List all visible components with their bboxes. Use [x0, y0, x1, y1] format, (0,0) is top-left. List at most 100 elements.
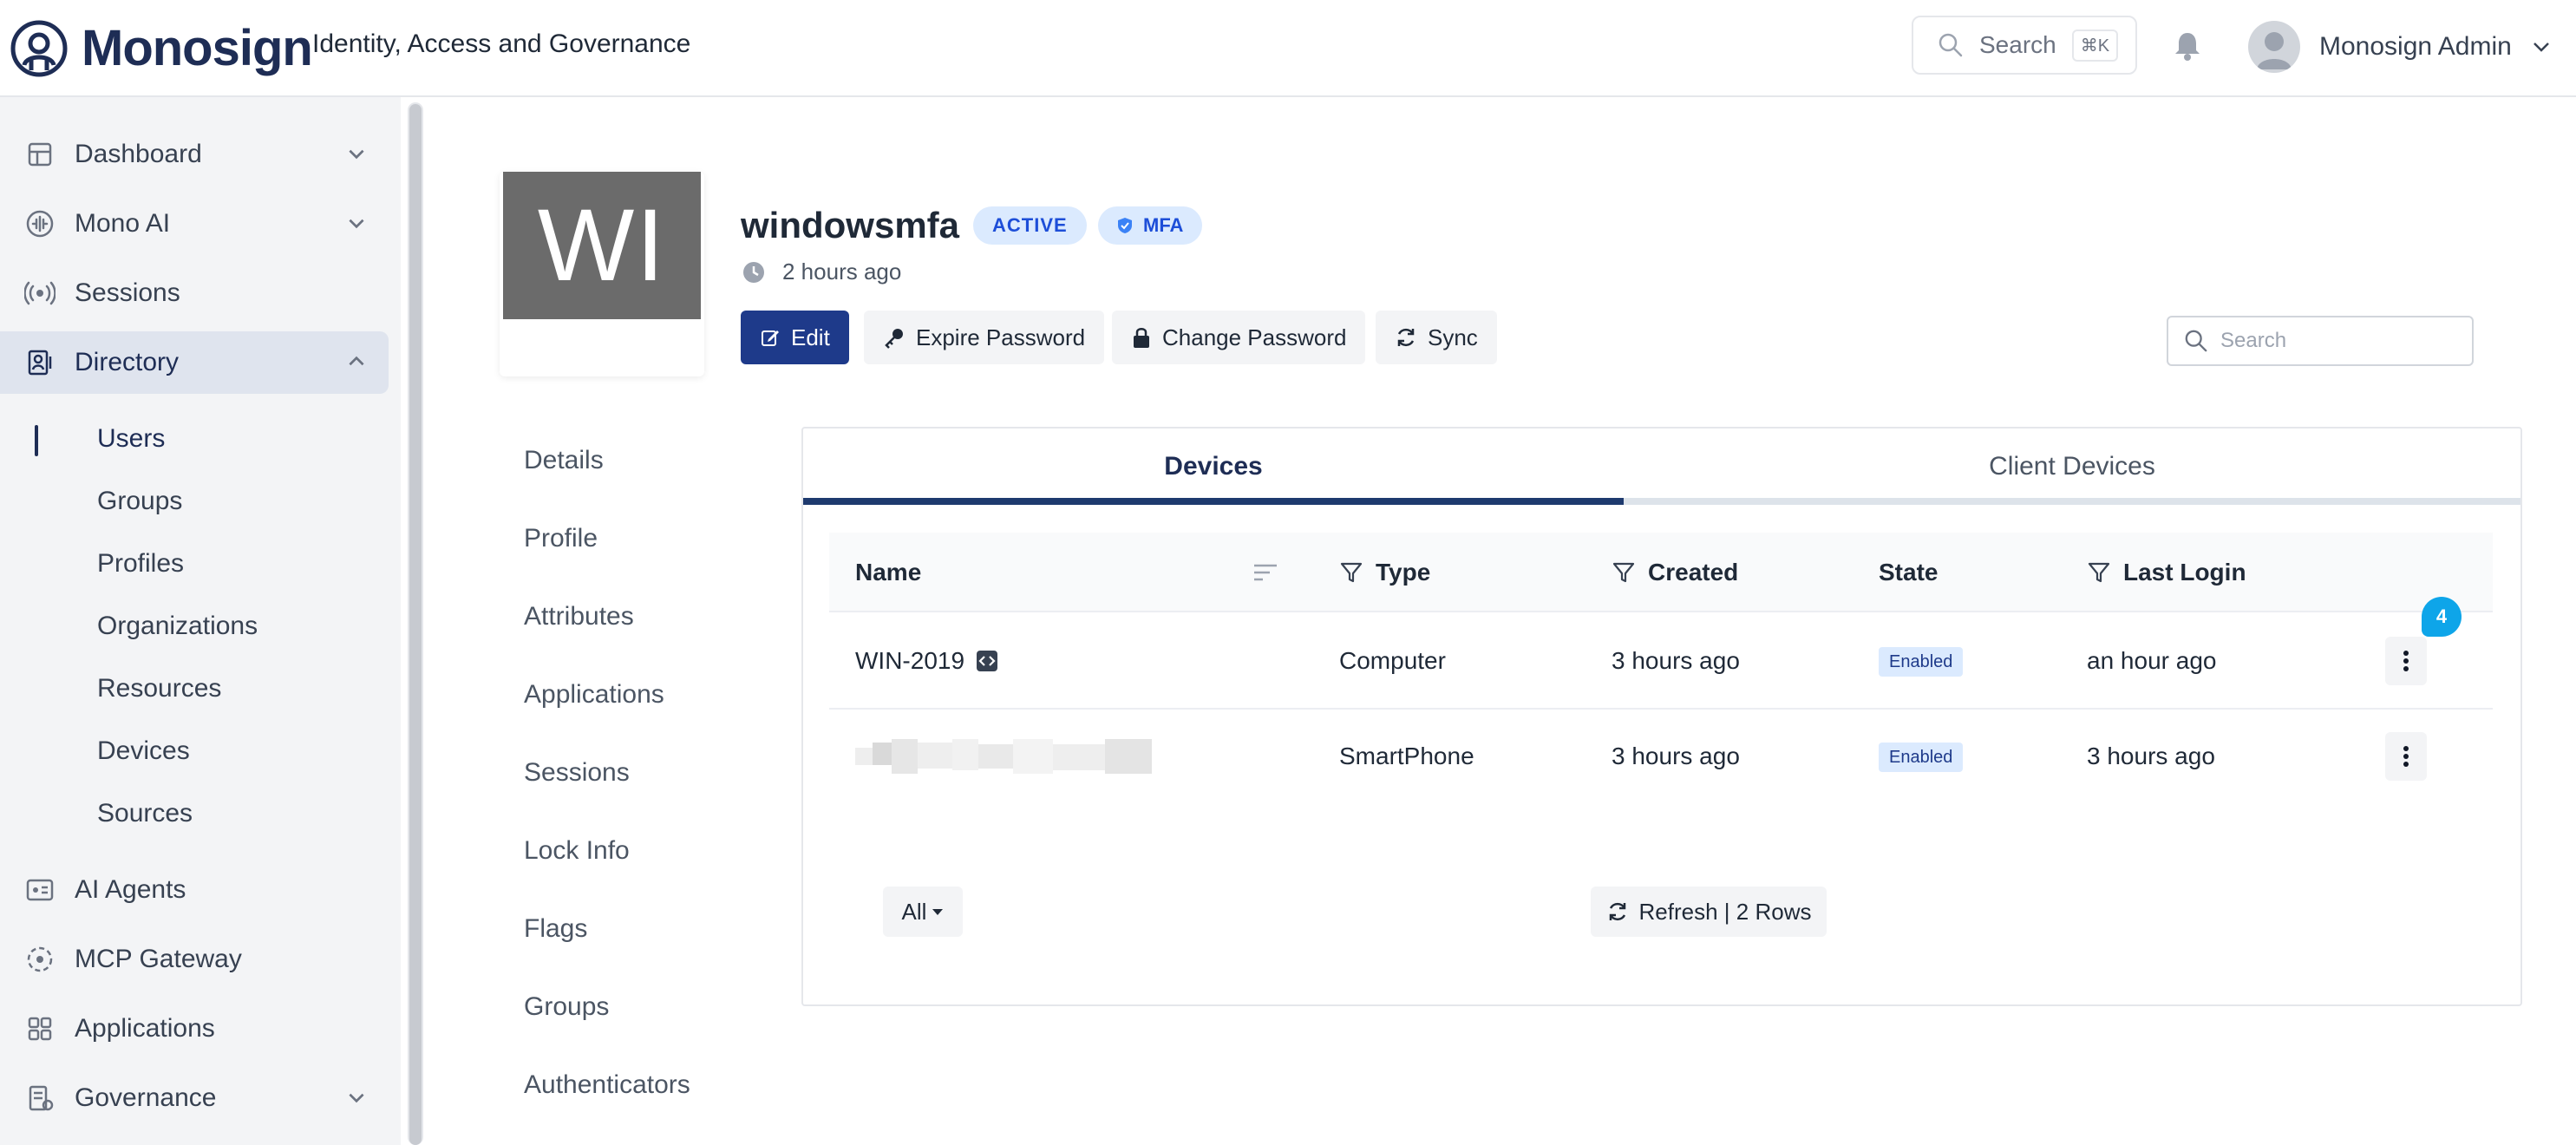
- sidebar-item-label: Applications: [75, 1014, 215, 1043]
- monosign-logo-icon: [10, 20, 68, 76]
- top-bar: Monosign Identity, Access and Governance…: [0, 0, 2576, 97]
- tab-client-devices[interactable]: Client Devices: [1624, 427, 2520, 507]
- sidebar-item-label: Sessions: [75, 278, 180, 307]
- sort-icon: [1254, 564, 1277, 581]
- bell-icon: [2175, 33, 2200, 61]
- device-type: SmartPhone: [1339, 743, 1474, 769]
- row-actions-button[interactable]: [2385, 732, 2427, 781]
- section-link-profile[interactable]: Profile: [524, 524, 598, 553]
- status-badge: Enabled: [1879, 647, 1964, 677]
- edit-button[interactable]: Edit: [741, 311, 849, 364]
- sort-button[interactable]: [1252, 533, 1278, 612]
- directory-icon: [28, 350, 52, 376]
- sidebar-item-applications[interactable]: Applications: [0, 998, 389, 1060]
- brand-tagline: Identity, Access and Governance: [312, 29, 691, 58]
- change-password-button[interactable]: Change Password: [1112, 311, 1366, 364]
- chevron-down-icon: [349, 149, 364, 160]
- row-filter-label: All: [901, 898, 927, 925]
- sidebar-item-label: Dashboard: [75, 140, 202, 168]
- section-link-groups[interactable]: Groups: [524, 992, 609, 1022]
- user-name: Monosign Admin: [2319, 32, 2512, 61]
- sidebar-item-governance[interactable]: Governance: [0, 1067, 389, 1129]
- agent-icon: [26, 879, 54, 901]
- chevron-up-icon: [349, 356, 364, 366]
- section-link-applications[interactable]: Applications: [524, 680, 664, 710]
- sync-label: Sync: [1428, 324, 1478, 350]
- device-name-cell[interactable]: WIN-2019: [855, 644, 999, 678]
- expire-password-button[interactable]: Expire Password: [864, 311, 1105, 364]
- row-filter-dropdown[interactable]: All: [883, 887, 963, 937]
- dashboard-icon: [28, 142, 52, 167]
- user-menu[interactable]: Monosign Admin: [2248, 19, 2552, 75]
- column-header-state[interactable]: State: [1879, 533, 1938, 612]
- sidebar-item-label: Mono AI: [75, 209, 171, 238]
- search-icon: [2185, 330, 2207, 352]
- table-search-input[interactable]: [2220, 329, 2463, 353]
- sidebar-subitem-organizations[interactable]: Organizations: [97, 609, 258, 644]
- sidebar-subitem-devices[interactable]: Devices: [97, 734, 190, 769]
- notification-count-badge[interactable]: 4: [2422, 597, 2462, 637]
- user-avatar-icon: [2257, 32, 2292, 69]
- section-link-authenticators[interactable]: Authenticators: [524, 1070, 690, 1100]
- chevron-down-icon: [349, 1093, 364, 1103]
- broadcast-icon: [24, 281, 56, 305]
- column-header-type[interactable]: Type: [1339, 533, 1430, 612]
- table-search-field[interactable]: [2167, 316, 2474, 366]
- column-header-label: Type: [1376, 559, 1431, 586]
- search-icon: [1939, 33, 1963, 57]
- chevron-down-icon: [349, 219, 364, 229]
- tab-devices[interactable]: Devices: [803, 427, 1624, 507]
- sidebar-subitem-sources[interactable]: Sources: [97, 796, 193, 831]
- status-badge: Enabled: [1879, 743, 1964, 772]
- filter-icon: [2088, 562, 2110, 583]
- expire-password-label: Expire Password: [916, 324, 1086, 350]
- sidebar-subitem-profiles[interactable]: Profiles: [97, 546, 184, 581]
- gateway-icon: [27, 946, 53, 972]
- sidebar-item-ai-agents[interactable]: AI Agents: [0, 859, 389, 921]
- mfa-badge: MFA: [1098, 206, 1203, 245]
- more-vertical-icon: [2403, 651, 2409, 671]
- section-link-lock-info[interactable]: Lock Info: [524, 836, 630, 866]
- edit-icon: [762, 330, 779, 346]
- section-link-attributes[interactable]: Attributes: [524, 602, 634, 631]
- row-actions-button[interactable]: [2385, 637, 2427, 685]
- sidebar-item-dashboard[interactable]: Dashboard: [0, 123, 389, 186]
- column-header-label: Created: [1648, 559, 1739, 586]
- shield-check-icon: [1118, 218, 1132, 233]
- edit-button-label: Edit: [791, 324, 830, 350]
- sidebar-item-mono-ai[interactable]: Mono AI: [0, 193, 389, 255]
- brand-logo-link[interactable]: Monosign: [10, 19, 313, 77]
- sidebar-item-label: Directory: [75, 348, 180, 376]
- notifications-button[interactable]: [2170, 28, 2205, 62]
- sync-button[interactable]: Sync: [1376, 311, 1497, 364]
- lock-icon: [1134, 328, 1149, 348]
- sidebar-item-directory[interactable]: Directory: [0, 331, 389, 394]
- column-header-label: Name: [855, 559, 922, 586]
- column-header-name[interactable]: Name: [855, 533, 921, 612]
- column-header-created[interactable]: Created: [1612, 533, 1738, 612]
- device-last-login: 3 hours ago: [2087, 743, 2215, 769]
- device-last-login: an hour ago: [2087, 647, 2217, 674]
- sidebar-subitem-users[interactable]: Users: [97, 422, 165, 456]
- filter-icon: [1612, 562, 1635, 583]
- section-link-sessions[interactable]: Sessions: [524, 758, 630, 788]
- sidebar-item-sessions[interactable]: Sessions: [0, 262, 389, 324]
- device-created: 3 hours ago: [1612, 743, 1740, 769]
- refresh-button[interactable]: Refresh | 2 Rows: [1591, 887, 1827, 937]
- sidebar-subitem-resources[interactable]: Resources: [97, 671, 221, 706]
- sidebar-subitem-groups[interactable]: Groups: [97, 484, 182, 519]
- tab-divider: [1624, 498, 2520, 505]
- sidebar-scrollbar-thumb[interactable]: [409, 104, 422, 1145]
- section-link-flags[interactable]: Flags: [524, 914, 587, 944]
- column-header-label: State: [1879, 559, 1939, 586]
- section-link-details[interactable]: Details: [524, 446, 604, 475]
- global-search-button[interactable]: Search ⌘K: [1912, 16, 2137, 75]
- device-name: WIN-2019: [855, 647, 965, 674]
- sidebar-item-label: MCP Gateway: [75, 945, 242, 973]
- key-icon: [885, 329, 903, 349]
- column-header-last-login[interactable]: Last Login: [2087, 533, 2246, 612]
- sidebar-item-mcp-gateway[interactable]: MCP Gateway: [0, 928, 389, 991]
- active-tab-indicator: [803, 498, 1624, 505]
- brand-name: Monosign: [82, 20, 313, 76]
- more-vertical-icon: [2403, 746, 2409, 767]
